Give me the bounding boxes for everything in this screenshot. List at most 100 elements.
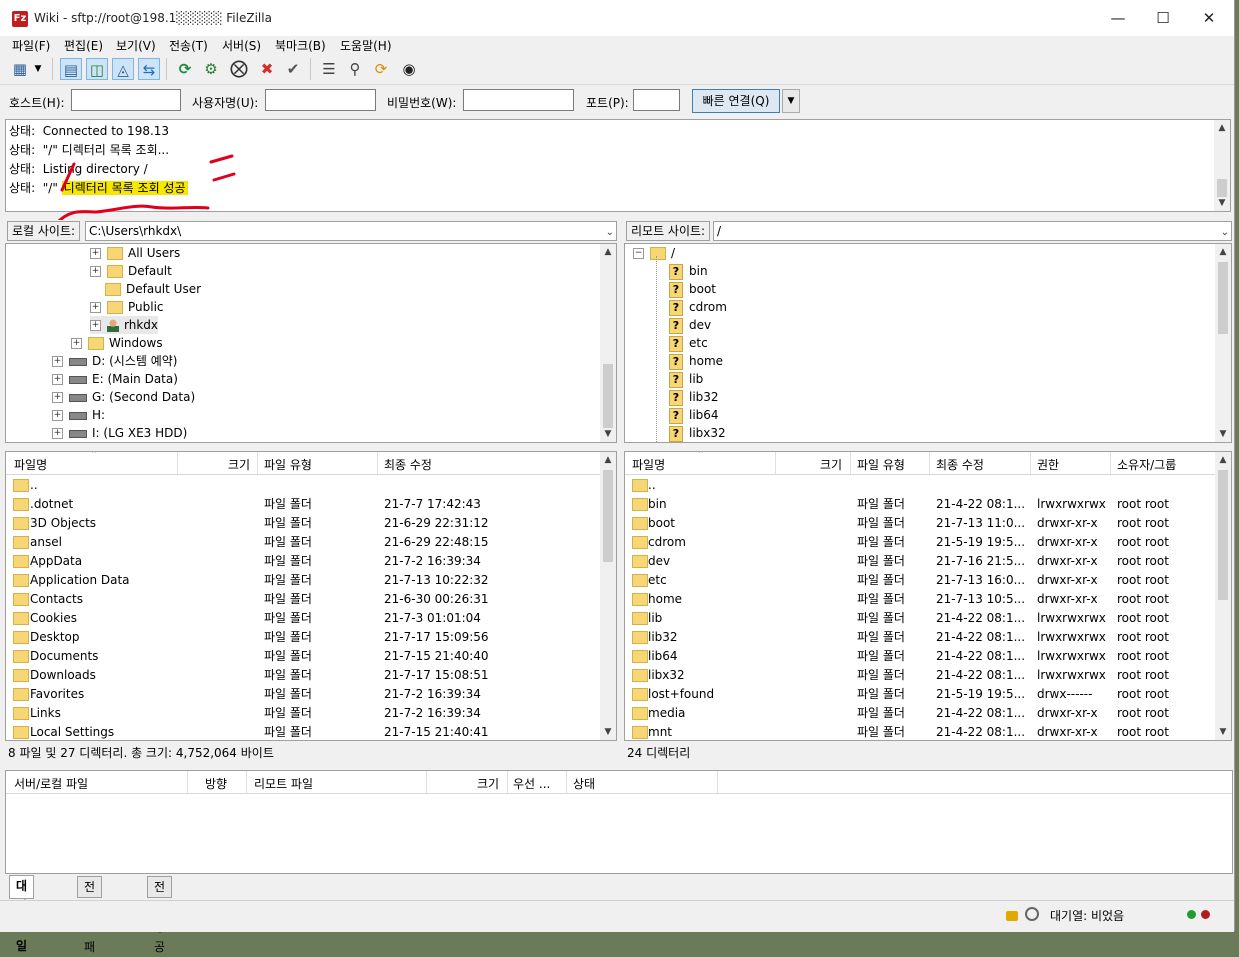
tree-item[interactable]: ? boot (669, 280, 716, 298)
toggle-remote-tree-icon[interactable]: ◬ (112, 58, 134, 80)
sync-browse-icon[interactable]: ⟳ (370, 58, 392, 80)
expand-icon[interactable]: + (52, 392, 63, 403)
scroll-thumb[interactable] (603, 470, 613, 562)
chevron-down-icon[interactable]: ⌄ (1221, 224, 1229, 242)
search-icon[interactable]: ◉ (398, 58, 420, 80)
table-row[interactable]: dev 파일 폴더 21-7-16 21:5... drwxr-xr-x root ro… (625, 552, 1217, 571)
scroll-down-arrow-icon[interactable]: ▼ (600, 724, 616, 740)
column-separator[interactable] (177, 452, 178, 474)
column-separator[interactable] (929, 452, 930, 474)
scroll-down-arrow-icon[interactable]: ▼ (1215, 724, 1231, 740)
expand-icon[interactable]: + (52, 374, 63, 385)
table-row[interactable]: mnt 파일 폴더 21-4-22 08:1... drwxr-xr-x root ro… (625, 723, 1217, 740)
column-separator[interactable] (717, 771, 718, 793)
col-size[interactable]: 크기 (477, 775, 499, 792)
username-input[interactable] (265, 89, 376, 111)
table-row[interactable]: Local Settings 파일 폴더 21-7-15 21:40:41 (6, 723, 602, 740)
expand-icon[interactable]: + (90, 320, 101, 331)
column-separator[interactable] (850, 452, 851, 474)
table-row[interactable]: libx32 파일 폴더 21-4-22 08:1... lrwxrwxrwx root… (625, 666, 1217, 685)
col-priority[interactable]: 우선 ... (513, 775, 550, 792)
tree-item[interactable]: ? lib32 (669, 388, 719, 406)
tree-item[interactable]: ? libx32 (669, 424, 726, 442)
col-type[interactable]: 파일 유형 (857, 456, 905, 473)
dropdown-arrow-icon[interactable]: ▼ (32, 58, 44, 80)
col-modified[interactable]: 최종 수정 (384, 456, 432, 473)
tree-item[interactable]: ? home (669, 352, 723, 370)
column-separator[interactable] (566, 771, 567, 793)
scroll-thumb[interactable] (1218, 262, 1228, 334)
tree-item[interactable]: Default User (105, 280, 201, 298)
column-separator[interactable] (775, 452, 776, 474)
menu-server[interactable]: 서버(S) (222, 37, 261, 54)
scroll-up-arrow-icon[interactable]: ▲ (1215, 244, 1231, 260)
tree-item[interactable]: + Windows (71, 334, 163, 352)
col-direction[interactable]: 방향 (205, 775, 227, 792)
process-queue-icon[interactable]: ⚙ (200, 58, 222, 80)
col-owner[interactable]: 소유자/그룹 (1117, 456, 1176, 473)
col-size[interactable]: 크기 (820, 456, 842, 473)
tree-item[interactable]: ? cdrom (669, 298, 727, 316)
remote-tree[interactable]: − / ? bin ? boot ? cdrom ? dev ? etc ? home ? li… (624, 243, 1232, 443)
col-remote-file[interactable]: 리모트 파일 (254, 775, 313, 792)
table-row[interactable]: .. (6, 476, 602, 495)
message-log[interactable]: 상태: Connected to 198.13 상태: "/" 디렉터리 목록 … (5, 119, 1231, 212)
quickconnect-dropdown[interactable]: ▼ (782, 89, 800, 113)
table-row[interactable]: boot 파일 폴더 21-7-13 11:0... drwxr-xr-x root r… (625, 514, 1217, 533)
log-scrollbar[interactable]: ▲ ▼ (1214, 120, 1230, 211)
collapse-icon[interactable]: − (633, 248, 644, 259)
tree-item[interactable]: + I: (LG XE3 HDD) (52, 424, 187, 442)
column-separator[interactable] (246, 771, 247, 793)
scroll-down-arrow-icon[interactable]: ▼ (600, 426, 616, 442)
column-separator[interactable] (187, 771, 188, 793)
menu-bookmarks[interactable]: 북마크(B) (275, 37, 326, 54)
table-row[interactable]: Contacts 파일 폴더 21-6-30 00:26:31 (6, 590, 602, 609)
tree-item[interactable]: + All Users (90, 244, 180, 262)
tab-successful-transfers[interactable]: 전송 성공 (147, 876, 173, 954)
column-separator[interactable] (426, 771, 427, 793)
maximize-button[interactable]: ☐ (1143, 6, 1183, 30)
local-list-scrollbar[interactable]: ▲ ▼ (600, 452, 616, 740)
table-row[interactable]: Documents 파일 폴더 21-7-15 21:40:40 (6, 647, 602, 666)
scroll-thumb[interactable] (603, 364, 613, 428)
transfer-queue[interactable]: 서버/로컬 파일 방향 리모트 파일 크기 우선 ... 상태 (5, 770, 1233, 874)
table-row[interactable]: lost+found 파일 폴더 21-5-19 19:5... drwx------… (625, 685, 1217, 704)
scroll-down-arrow-icon[interactable]: ▼ (1214, 195, 1230, 211)
local-tree-scrollbar[interactable]: ▲ ▼ (600, 244, 616, 442)
tree-item[interactable]: + G: (Second Data) (52, 388, 195, 406)
tab-queued-files[interactable]: 대기 파일 (9, 875, 35, 953)
tree-item[interactable]: ? bin (669, 262, 708, 280)
tree-item[interactable]: + H: (52, 406, 105, 424)
close-button[interactable]: ✕ (1189, 6, 1229, 30)
filter-icon[interactable]: ☰ (318, 58, 340, 80)
toggle-local-tree-icon[interactable]: ◫ (86, 58, 108, 80)
expand-icon[interactable]: + (90, 248, 101, 259)
tree-item[interactable]: ? lib64 (669, 406, 719, 424)
table-row[interactable]: Downloads 파일 폴더 21-7-17 15:08:51 (6, 666, 602, 685)
menu-help[interactable]: 도움말(H) (340, 37, 392, 54)
minimize-button[interactable]: — (1098, 6, 1138, 30)
col-permissions[interactable]: 권한 (1037, 456, 1059, 473)
speed-limit-icon[interactable] (1025, 907, 1039, 921)
table-row[interactable]: cdrom 파일 폴더 21-5-19 19:5... drwxr-xr-x root … (625, 533, 1217, 552)
col-size[interactable]: 크기 (228, 456, 250, 473)
table-row[interactable]: media 파일 폴더 21-4-22 08:1... drwxr-xr-x root … (625, 704, 1217, 723)
scroll-down-arrow-icon[interactable]: ▼ (1215, 426, 1231, 442)
table-row[interactable]: .dotnet 파일 폴더 21-7-7 17:42:43 (6, 495, 602, 514)
table-row[interactable]: .. (625, 476, 1217, 495)
scroll-up-arrow-icon[interactable]: ▲ (1214, 120, 1230, 136)
table-row[interactable]: Application Data 파일 폴더 21-7-13 10:22:32 (6, 571, 602, 590)
col-type[interactable]: 파일 유형 (264, 456, 312, 473)
table-row[interactable]: lib 파일 폴더 21-4-22 08:1... lrwxrwxrwx root ro… (625, 609, 1217, 628)
compare-icon[interactable]: ⚲ (344, 58, 366, 80)
reconnect-icon[interactable]: ✔ (282, 58, 304, 80)
column-separator[interactable] (1030, 452, 1031, 474)
remote-tree-scrollbar[interactable]: ▲ ▼ (1215, 244, 1231, 442)
expand-icon[interactable]: + (90, 266, 101, 277)
col-filename[interactable]: 파일명 (14, 456, 47, 473)
remote-file-list[interactable]: 파일명 ⌃ 크기 파일 유형 최종 수정 권한 소유자/그룹 .. bin 파일 폴… (624, 451, 1232, 741)
table-row[interactable]: Cookies 파일 폴더 21-7-3 01:01:04 (6, 609, 602, 628)
port-input[interactable] (633, 89, 680, 111)
cancel-icon[interactable]: ⨂ (228, 58, 250, 80)
col-status[interactable]: 상태 (573, 775, 595, 792)
